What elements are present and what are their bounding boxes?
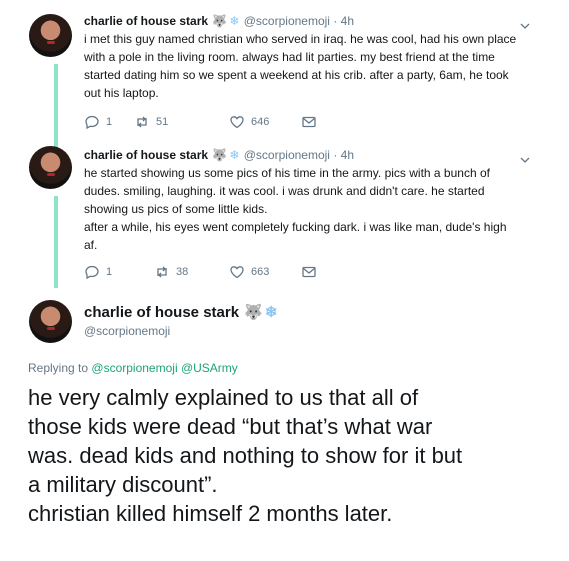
reply-button[interactable]: 1: [84, 114, 112, 130]
like-button[interactable]: 663: [229, 264, 269, 280]
display-name[interactable]: charlie of house stark: [84, 304, 239, 321]
avatar[interactable]: [29, 300, 72, 343]
retweet-count: 51: [156, 116, 169, 128]
reply-button[interactable]: 1: [84, 264, 112, 280]
tweet-text: i met this guy named christian who serve…: [84, 30, 534, 102]
tweet-text-line: dudes. smiling, laughing. it was cool. i…: [84, 184, 485, 198]
timestamp[interactable]: 4h: [341, 14, 354, 28]
mention-link[interactable]: @scorpionemoji: [91, 361, 177, 375]
like-count: 663: [251, 266, 270, 278]
reply-icon: [85, 265, 99, 280]
chevron-down-icon[interactable]: [520, 152, 530, 163]
reply-count: 1: [106, 116, 113, 128]
tweet-text-line: started dating him so we spent a weekend…: [84, 68, 509, 82]
envelope-icon: [302, 116, 316, 128]
message-button[interactable]: [301, 114, 317, 130]
tweet-text-line: i met this guy named christian who serve…: [84, 32, 517, 46]
heart-icon: [230, 116, 244, 129]
tweet-1[interactable]: charlie of house stark 🐺 ❄ @scorpionemoji…: [0, 0, 569, 140]
retweet-icon: [157, 266, 167, 278]
separator-dot: ·: [333, 148, 338, 162]
display-name[interactable]: charlie of house stark: [84, 14, 208, 28]
envelope-icon: [302, 266, 316, 278]
like-button[interactable]: 646: [229, 114, 269, 130]
main-tweet-line: he very calmly explained to us that all …: [28, 385, 419, 410]
wolf-emoji: 🐺: [212, 14, 228, 28]
like-count: 646: [251, 116, 270, 128]
reply-icon: [85, 115, 99, 130]
tweet-text-line: out his laptop.: [84, 86, 159, 100]
timestamp[interactable]: 4h: [341, 148, 354, 162]
tweet-text-line: he started showing us some pics of his t…: [84, 166, 490, 180]
reply-count: 1: [106, 266, 113, 278]
main-tweet-text: he very calmly explained to us that all …: [28, 383, 548, 528]
chevron-down-icon[interactable]: [520, 18, 530, 29]
tweet-2[interactable]: charlie of house stark 🐺 ❄ @scorpionemoji…: [0, 140, 569, 290]
user-handle[interactable]: @scorpionemoji: [244, 148, 330, 162]
message-button[interactable]: [301, 264, 317, 280]
main-tweet-line: a military discount”.: [28, 472, 218, 497]
mention-link[interactable]: @USArmy: [181, 361, 238, 375]
main-tweet-line: christian killed himself 2 months later.: [28, 501, 393, 526]
avatar[interactable]: [29, 146, 72, 189]
tweet-text-line: after a while, his eyes went completely …: [84, 220, 507, 234]
tweet-text: he started showing us some pics of his t…: [84, 164, 534, 254]
heart-icon: [230, 266, 244, 279]
retweet-button[interactable]: 51: [134, 114, 168, 130]
retweet-count: 38: [176, 266, 189, 278]
display-name[interactable]: charlie of house stark: [84, 148, 208, 162]
main-tweet-line: was. dead kids and nothing to show for i…: [28, 443, 463, 468]
replying-to: Replying to @scorpionemoji @USArmy: [28, 361, 238, 375]
snowflake-emoji: ❄: [264, 304, 278, 321]
avatar[interactable]: [29, 14, 72, 57]
main-tweet-author: charlie of house stark 🐺 ❄: [84, 303, 279, 321]
user-handle[interactable]: @scorpionemoji: [244, 14, 330, 28]
tweet-text-line: showing us pics of some little kids.: [84, 202, 268, 216]
user-handle[interactable]: @scorpionemoji: [84, 324, 170, 338]
retweet-button[interactable]: 38: [154, 264, 188, 280]
replying-label: Replying to: [28, 361, 89, 375]
main-tweet-line: those kids were dead “but that’s what wa…: [28, 414, 433, 439]
wolf-emoji: 🐺: [244, 304, 263, 321]
retweet-icon: [137, 116, 147, 128]
tweet-text-line: af.: [84, 238, 98, 252]
tweet-header: charlie of house stark 🐺 ❄ @scorpionemoji…: [84, 148, 354, 162]
snowflake-emoji: ❄: [229, 14, 240, 28]
wolf-emoji: 🐺: [212, 148, 228, 162]
tweet-header: charlie of house stark 🐺 ❄ @scorpionemoji…: [84, 14, 354, 28]
snowflake-emoji: ❄: [229, 148, 240, 162]
tweet-text-line: with a pole in the living room. always h…: [84, 50, 495, 64]
separator-dot: ·: [333, 14, 338, 28]
